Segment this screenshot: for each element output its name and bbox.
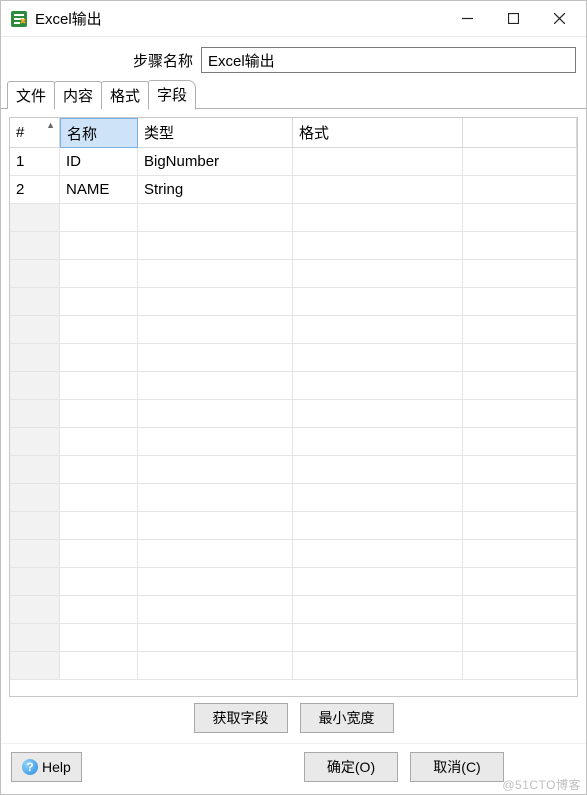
cell-rownum: 1	[10, 148, 60, 176]
cell-extra[interactable]	[463, 176, 577, 204]
table-row-empty[interactable]	[10, 316, 577, 344]
table-row-empty[interactable]	[10, 400, 577, 428]
ok-button[interactable]: 确定(O)	[304, 752, 398, 782]
table-row-empty[interactable]	[10, 232, 577, 260]
maximize-button[interactable]	[490, 2, 536, 36]
table-row-empty[interactable]	[10, 428, 577, 456]
tab-format[interactable]: 格式	[101, 81, 149, 109]
table-row-empty[interactable]	[10, 372, 577, 400]
step-name-input[interactable]	[201, 47, 576, 73]
grid-button-row: 获取字段 最小宽度	[9, 697, 578, 737]
cell-format[interactable]	[293, 176, 463, 204]
table-row-empty[interactable]	[10, 596, 577, 624]
min-width-button[interactable]: 最小宽度	[300, 703, 394, 733]
tab-fields[interactable]: 字段	[148, 80, 196, 110]
col-header-type[interactable]: 类型	[138, 118, 293, 148]
window-controls	[444, 2, 582, 36]
help-button-label: Help	[42, 759, 71, 775]
col-header-index-label: #	[16, 124, 24, 141]
table-row[interactable]: 2 NAME String	[10, 176, 577, 204]
tab-file[interactable]: 文件	[7, 81, 55, 109]
table-row-empty[interactable]	[10, 456, 577, 484]
step-name-label: 步骤名称	[11, 50, 201, 71]
table-row-empty[interactable]	[10, 288, 577, 316]
table-row-empty[interactable]	[10, 484, 577, 512]
tab-content[interactable]: 内容	[54, 81, 102, 109]
help-icon: ?	[22, 759, 38, 775]
get-fields-button[interactable]: 获取字段	[194, 703, 288, 733]
fields-grid[interactable]: # ▲ 名称 类型 格式 1 ID BigNumber 2 NAME	[9, 117, 578, 697]
table-row-empty[interactable]	[10, 344, 577, 372]
cancel-button[interactable]: 取消(C)	[410, 752, 504, 782]
table-row-empty[interactable]	[10, 624, 577, 652]
table-row[interactable]: 1 ID BigNumber	[10, 148, 577, 176]
window-title: Excel输出	[35, 8, 444, 29]
titlebar: Excel输出	[1, 1, 586, 37]
col-header-name[interactable]: 名称	[60, 118, 138, 148]
cell-rownum: 2	[10, 176, 60, 204]
cell-format[interactable]	[293, 148, 463, 176]
cell-type[interactable]: BigNumber	[138, 148, 293, 176]
sort-indicator-icon: ▲	[46, 120, 55, 130]
grid-header: # ▲ 名称 类型 格式	[10, 118, 577, 148]
col-header-format[interactable]: 格式	[293, 118, 463, 148]
table-row-empty[interactable]	[10, 652, 577, 680]
tab-body-fields: # ▲ 名称 类型 格式 1 ID BigNumber 2 NAME	[1, 109, 586, 743]
tab-bar: 文件 内容 格式 字段	[1, 81, 586, 109]
grid-body: 1 ID BigNumber 2 NAME String	[10, 148, 577, 696]
help-button[interactable]: ? Help	[11, 752, 82, 782]
app-icon	[9, 9, 29, 29]
table-row-empty[interactable]	[10, 540, 577, 568]
step-name-row: 步骤名称	[1, 37, 586, 81]
table-row-empty[interactable]	[10, 260, 577, 288]
cell-name[interactable]: ID	[60, 148, 138, 176]
table-row-empty[interactable]	[10, 568, 577, 596]
col-header-extra[interactable]	[463, 118, 577, 148]
col-header-index[interactable]: # ▲	[10, 118, 60, 148]
cell-type[interactable]: String	[138, 176, 293, 204]
minimize-button[interactable]	[444, 2, 490, 36]
cell-name[interactable]: NAME	[60, 176, 138, 204]
table-row-empty[interactable]	[10, 204, 577, 232]
dialog-button-row: ? Help 确定(O) 取消(C)	[1, 743, 586, 794]
table-row-empty[interactable]	[10, 512, 577, 540]
close-button[interactable]	[536, 2, 582, 36]
dialog-window: Excel输出 步骤名称 文件 内容 格式 字段 # ▲	[0, 0, 587, 795]
cell-extra[interactable]	[463, 148, 577, 176]
